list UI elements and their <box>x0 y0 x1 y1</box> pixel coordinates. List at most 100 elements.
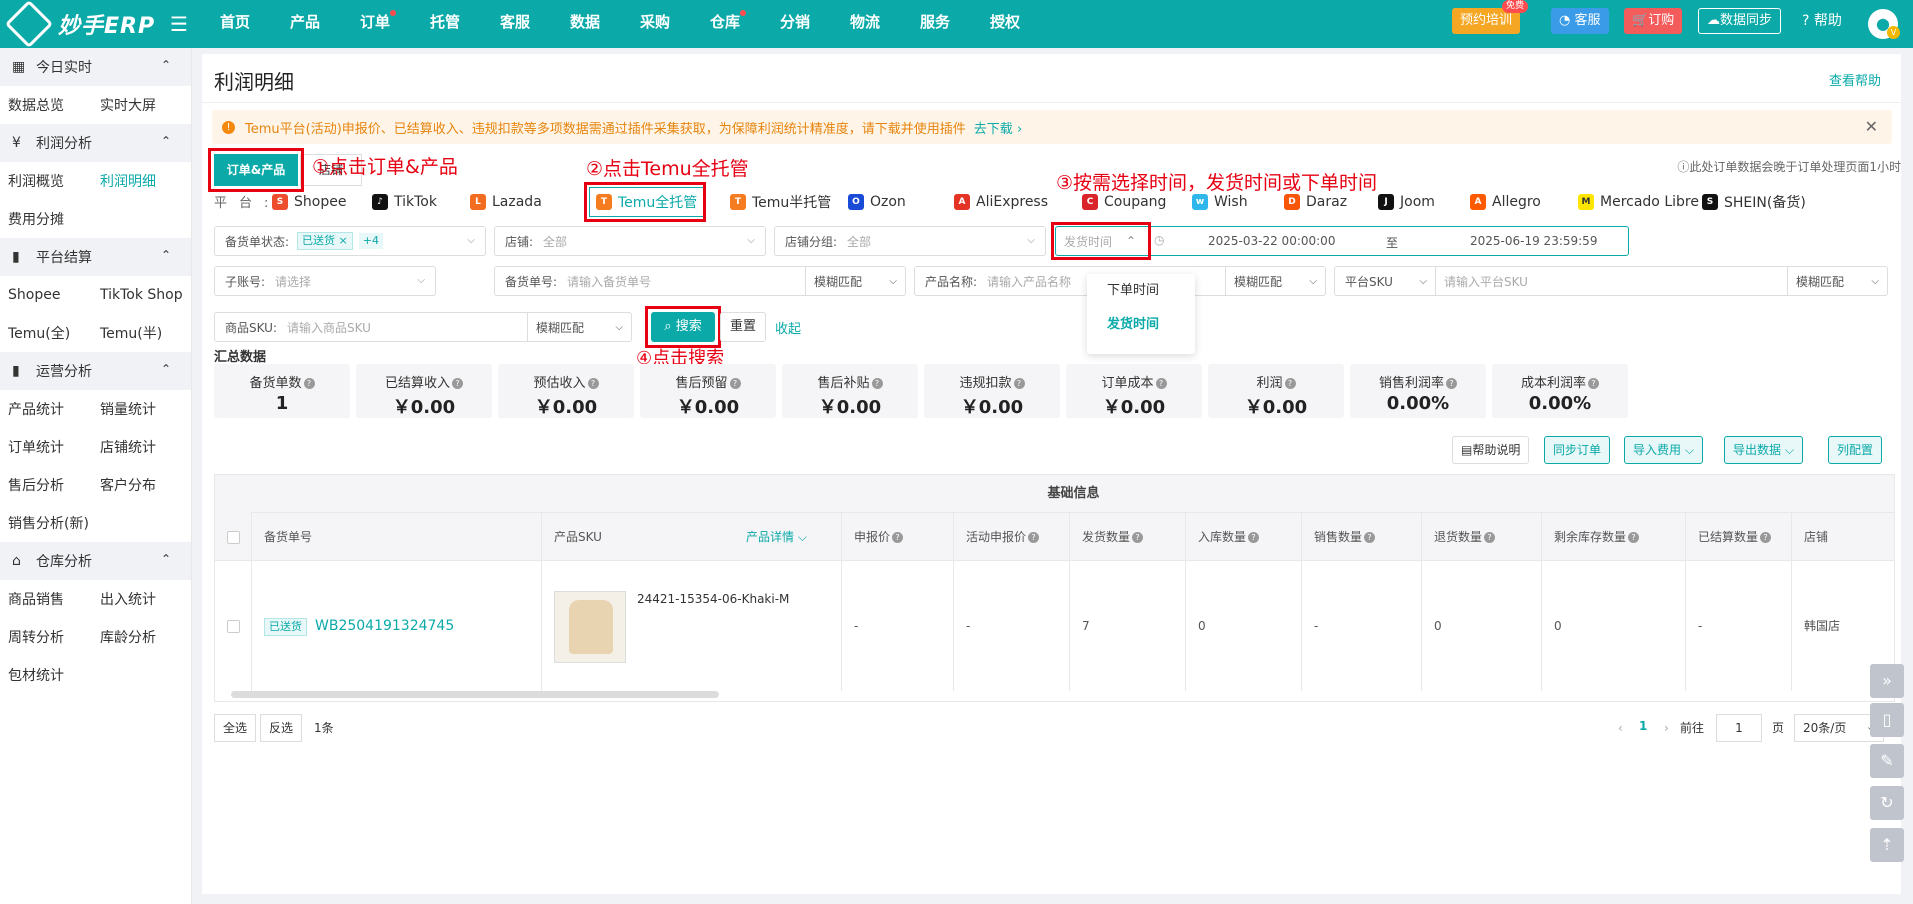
refresh-icon[interactable]: ↻ <box>1870 786 1904 820</box>
help-doc-button[interactable]: ▤帮助说明 <box>1452 436 1530 464</box>
nav-item-10[interactable]: 服务 <box>900 0 970 48</box>
date-start[interactable]: 2025-03-22 00:00:00 <box>1208 234 1335 248</box>
order-button[interactable]: 🛒订购 <box>1624 8 1683 34</box>
sidebar-item[interactable]: 销量统计 <box>92 399 184 419</box>
sidebar-item[interactable]: 产品统计 <box>0 399 92 419</box>
import-fees-button[interactable]: 导入费用 ⌵ <box>1624 436 1703 464</box>
page-number[interactable]: 1 <box>1639 719 1647 733</box>
question-icon[interactable]: ? <box>1446 378 1457 389</box>
date-end[interactable]: 2025-06-19 23:59:59 <box>1470 234 1597 248</box>
nav-item-11[interactable]: 授权 <box>970 0 1040 48</box>
sidebar-item[interactable]: 实时大屏 <box>92 95 184 115</box>
sidebar-item[interactable]: TikTok Shop <box>92 287 184 303</box>
platform-9[interactable]: D Daraz <box>1284 187 1347 217</box>
product-image[interactable] <box>554 591 626 663</box>
goods-sku-input[interactable]: 请输入商品SKU <box>277 319 371 336</box>
platform-sku-field[interactable]: 平台SKU ⌵ 请输入平台SKU 模糊匹配 ⌵ <box>1334 266 1888 296</box>
sidebar-item[interactable]: 客户分布 <box>92 475 184 495</box>
sidebar-item[interactable]: Temu(全) <box>0 323 92 343</box>
goods-sku-field[interactable]: 商品SKU: 请输入商品SKU 模糊匹配 ⌵ <box>214 312 632 342</box>
nav-item-8[interactable]: 分销 <box>760 0 830 48</box>
shop-select[interactable]: 店铺: 全部 ⌵ <box>494 226 766 256</box>
export-data-button[interactable]: 导出数据 ⌵ <box>1724 436 1803 464</box>
nav-item-0[interactable]: 首页 <box>200 0 270 48</box>
sidebar-item[interactable]: 包材统计 <box>0 665 92 685</box>
help-link[interactable]: ? 帮助 <box>1802 8 1842 34</box>
sync-orders-button[interactable]: 同步订单 <box>1544 436 1611 464</box>
nav-item-1[interactable]: 产品 <box>270 0 340 48</box>
platform-4[interactable]: T Temu半托管 <box>730 187 831 217</box>
platform-10[interactable]: J Joom <box>1378 187 1435 217</box>
tag-close-icon[interactable]: × <box>339 234 348 247</box>
sidebar-item[interactable]: Temu(半) <box>92 323 184 343</box>
view-help-link[interactable]: 查看帮助 <box>1829 70 1881 89</box>
question-icon[interactable]: ? <box>1284 378 1296 389</box>
expand-icon[interactable]: » <box>1870 664 1904 698</box>
platform-0[interactable]: S Shopee <box>272 187 346 217</box>
option-order-time[interactable]: 下单时间 <box>1087 274 1195 308</box>
sidebar-group-2[interactable]: ▮ 平台结算 ⌃ <box>0 238 191 276</box>
training-button[interactable]: 预约培训 免费 <box>1452 0 1529 34</box>
sidebar-item[interactable]: 商品销售 <box>0 589 92 609</box>
platform-5[interactable]: O Ozon <box>848 187 906 217</box>
nav-item-2[interactable]: 订单 <box>340 0 410 48</box>
select-all-checkbox[interactable] <box>227 531 240 544</box>
back-to-top-icon[interactable]: ⇡ <box>1870 828 1904 862</box>
nav-item-9[interactable]: 物流 <box>830 0 900 48</box>
menu-toggle-icon[interactable]: ☰ <box>170 12 188 36</box>
platform-sku-input[interactable]: 请输入平台SKU <box>1435 267 1785 295</box>
nav-item-5[interactable]: 数据 <box>550 0 620 48</box>
platform-sku-type-select[interactable]: 平台SKU ⌵ <box>1335 267 1435 295</box>
download-link[interactable]: 去下载 › <box>974 118 1022 137</box>
question-icon[interactable]: ? <box>1628 532 1640 543</box>
shop-group-select[interactable]: 店铺分组: 全部 ⌵ <box>774 226 1046 256</box>
sidebar-item[interactable]: 售后分析 <box>0 475 92 495</box>
sub-account-select[interactable]: 子账号: 请选择 ⌵ <box>214 266 436 296</box>
goto-page-input[interactable]: 1 <box>1716 714 1762 742</box>
sidebar-item[interactable]: 订单统计 <box>0 437 92 457</box>
platform-sku-match-select[interactable]: 模糊匹配 ⌵ <box>1787 267 1887 295</box>
platform-6[interactable]: A AliExpress <box>954 187 1048 217</box>
prev-page-icon[interactable]: ‹ <box>1618 714 1623 742</box>
question-icon[interactable]: ? <box>1364 532 1376 543</box>
question-icon[interactable]: ? <box>1155 378 1167 389</box>
stock-no-match-select[interactable]: 模糊匹配 ⌵ <box>805 267 905 295</box>
goods-sku-match-select[interactable]: 模糊匹配 ⌵ <box>527 313 631 341</box>
sidebar-item[interactable]: 出入统计 <box>92 589 184 609</box>
horizontal-scrollbar[interactable] <box>231 691 719 698</box>
stock-no-field[interactable]: 备货单号: 请输入备货单号 模糊匹配 ⌵ <box>494 266 906 296</box>
question-icon[interactable]: ? <box>1248 532 1260 543</box>
brand-logo[interactable]: 妙手ERP <box>4 0 155 49</box>
question-icon[interactable]: ? <box>1028 532 1040 543</box>
collapse-link[interactable]: 收起 <box>775 318 801 337</box>
sidebar-item[interactable]: 店铺统计 <box>92 437 184 457</box>
question-icon[interactable]: ? <box>1132 532 1144 543</box>
platform-1[interactable]: ♪ TikTok <box>372 187 437 217</box>
mobile-icon[interactable]: ▯ <box>1870 703 1904 737</box>
nav-item-6[interactable]: 采购 <box>620 0 690 48</box>
platform-8[interactable]: w Wish <box>1192 187 1248 217</box>
stock-no-input[interactable]: 请输入备货单号 <box>557 273 651 290</box>
invert-selection-button[interactable]: 反选 <box>260 714 303 742</box>
product-name-input[interactable]: 请输入产品名称 <box>977 273 1071 290</box>
sidebar-item[interactable]: 库龄分析 <box>92 627 184 647</box>
platform-2[interactable]: L Lazada <box>470 187 542 217</box>
nav-item-3[interactable]: 托管 <box>410 0 480 48</box>
question-icon[interactable]: ? <box>871 378 883 389</box>
question-icon[interactable]: ? <box>452 378 463 389</box>
sidebar-group-3[interactable]: ▮ 运营分析 ⌃ <box>0 352 191 390</box>
question-icon[interactable]: ? <box>303 378 315 389</box>
question-icon[interactable]: ? <box>1484 532 1496 543</box>
avatar[interactable]: ● V <box>1868 9 1900 39</box>
column-config-button[interactable]: 列配置 <box>1828 436 1883 464</box>
stock-status-select[interactable]: 备货单状态: 已送货 × +4 ⌵ <box>214 226 486 256</box>
product-detail-toggle[interactable]: 产品详情 ⌵ <box>746 513 807 561</box>
product-name-match-select[interactable]: 模糊匹配 ⌵ <box>1225 267 1325 295</box>
status-tag[interactable]: 已送货 × <box>297 232 353 250</box>
nav-item-7[interactable]: 仓库 <box>690 0 760 48</box>
question-icon[interactable]: ? <box>587 378 599 389</box>
sidebar-group-1[interactable]: ¥ 利润分析 ⌃ <box>0 124 191 162</box>
select-all-button[interactable]: 全选 <box>214 714 257 742</box>
platform-7[interactable]: C Coupang <box>1082 187 1166 217</box>
sidebar-item[interactable]: 销售分析(新) <box>0 513 92 533</box>
